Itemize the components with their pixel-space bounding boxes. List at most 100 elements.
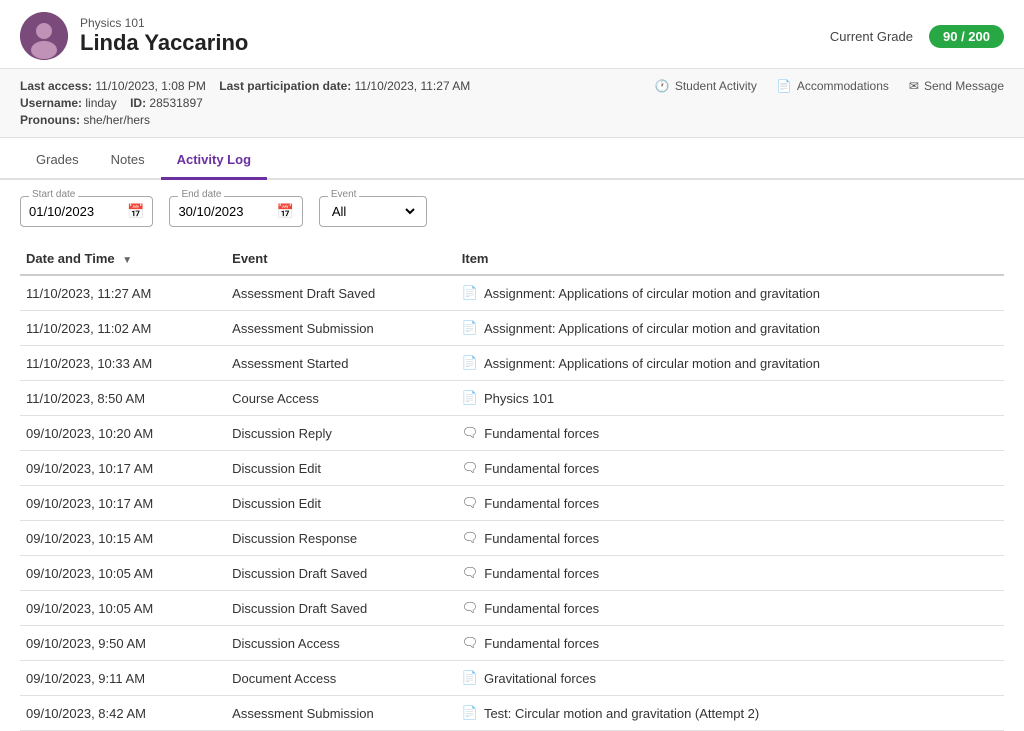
table-row: 09/10/2023, 9:50 AMDiscussion Access🗨Fun… [20, 626, 1004, 661]
cell-item: 🗨Fundamental forces [456, 626, 1004, 661]
cell-event: Discussion Draft Saved [226, 591, 456, 626]
chat-icon: 🗨 [462, 565, 479, 581]
table-body: 11/10/2023, 11:27 AMAssessment Draft Sav… [20, 275, 1004, 731]
cell-event: Discussion Reply [226, 416, 456, 451]
last-participation-label: Last participation date: [219, 79, 351, 93]
cell-datetime: 09/10/2023, 10:05 AM [20, 556, 226, 591]
item-text: Fundamental forces [484, 531, 599, 546]
accommodations-label: Accommodations [797, 79, 889, 93]
cell-datetime: 11/10/2023, 8:50 AM [20, 381, 226, 416]
avatar [20, 12, 68, 60]
event-legend: Event [328, 189, 360, 200]
start-date-legend: Start date [29, 189, 78, 200]
end-date-fieldset: End date 📅 [169, 196, 302, 227]
cell-item: 🗨 Fundamental forces [456, 451, 1004, 486]
cell-event: Discussion Draft Saved [226, 556, 456, 591]
end-date-input[interactable] [178, 204, 268, 219]
cell-item: 🗨Fundamental forces [456, 416, 1004, 451]
table-row: 09/10/2023, 8:42 AMAssessment Submission… [20, 696, 1004, 731]
chat-icon: 🗨 [462, 530, 479, 546]
table-row: 09/10/2023, 10:05 AMDiscussion Draft Sav… [20, 591, 1004, 626]
event-fieldset: Event AllAssessment Draft SavedAssessmen… [319, 196, 427, 227]
col-event-label: Event [232, 251, 267, 266]
pronouns-line: Pronouns: she/her/hers [20, 113, 470, 127]
cell-datetime: 09/10/2023, 9:50 AM [20, 626, 226, 661]
table-row: 11/10/2023, 11:27 AMAssessment Draft Sav… [20, 275, 1004, 311]
document-icon: 📄 [462, 355, 478, 371]
cell-item: 📄Assignment: Applications of circular mo… [456, 275, 1004, 311]
table-row: 09/10/2023, 10:15 AMDiscussion Response🗨… [20, 521, 1004, 556]
table-row: 09/10/2023, 10:20 AMDiscussion Reply🗨Fun… [20, 416, 1004, 451]
start-date-input[interactable] [29, 204, 119, 219]
last-participation-value: 11/10/2023, 11:27 AM [355, 79, 471, 93]
student-activity-label: Student Activity [675, 79, 757, 93]
start-date-fieldset: Start date 📅 [20, 196, 153, 227]
last-access-label: Last access: [20, 79, 92, 93]
cell-event: Discussion Edit [226, 486, 456, 521]
info-right: 🕐 Student Activity 📄 Accommodations ✉ Se… [655, 79, 1004, 93]
item-text: Fundamental forces [484, 601, 599, 616]
item-text: Physics 101 [484, 391, 554, 406]
table-row: 09/10/2023, 10:17 AMDiscussion Edit🗨Fund… [20, 451, 1004, 486]
id-label: ID: [130, 96, 146, 110]
item-text: Assignment: Applications of circular mot… [484, 321, 820, 336]
send-message-button[interactable]: ✉ Send Message [909, 79, 1004, 93]
tab-grades[interactable]: Grades [20, 142, 95, 180]
end-date-calendar-icon[interactable]: 📅 [276, 203, 293, 220]
username-value: linday [85, 96, 116, 110]
col-datetime-label: Date and Time [26, 251, 115, 266]
cell-item: 🗨Fundamental forces [456, 486, 1004, 521]
cell-event: Document Access [226, 661, 456, 696]
tabs-bar: Grades Notes Activity Log [0, 142, 1024, 180]
end-date-legend: End date [178, 189, 224, 200]
grade-badge: 90 / 200 [929, 25, 1004, 48]
accommodations-button[interactable]: 📄 Accommodations [777, 79, 889, 93]
avatar-image [20, 12, 68, 60]
end-date-field: End date 📅 [169, 196, 302, 227]
tab-notes[interactable]: Notes [95, 142, 161, 180]
access-line: Last access: 11/10/2023, 1:08 PM Last pa… [20, 79, 470, 93]
document-icon: 📄 [462, 670, 478, 686]
header-bar: Physics 101 Linda Yaccarino Current Grad… [0, 0, 1024, 69]
info-bar: Last access: 11/10/2023, 1:08 PM Last pa… [0, 69, 1024, 138]
cell-datetime: 11/10/2023, 11:27 AM [20, 275, 226, 311]
col-item: Item [456, 243, 1004, 275]
student-activity-button[interactable]: 🕐 Student Activity [655, 79, 757, 93]
table-row: 11/10/2023, 11:02 AMAssessment Submissio… [20, 311, 1004, 346]
last-access-value: 11/10/2023, 1:08 PM [95, 79, 206, 93]
cell-event: Discussion Access [226, 626, 456, 661]
header-left: Physics 101 Linda Yaccarino [20, 12, 248, 60]
tab-activity-log[interactable]: Activity Log [161, 142, 267, 180]
table-row: 11/10/2023, 10:33 AMAssessment Started📄A… [20, 346, 1004, 381]
table-section: Date and Time ▼ Event Item 11/10/2023, 1… [0, 235, 1024, 731]
pronouns-value: she/her/hers [83, 113, 150, 127]
item-text: Assignment: Applications of circular mot… [484, 286, 820, 301]
mail-icon: ✉ [909, 79, 919, 93]
start-date-calendar-icon[interactable]: 📅 [127, 203, 144, 220]
start-date-field: Start date 📅 [20, 196, 153, 227]
table-row: 09/10/2023, 10:05 AMDiscussion Draft Sav… [20, 556, 1004, 591]
end-date-inner: 📅 [170, 197, 301, 226]
clock-icon: 🕐 [655, 79, 670, 93]
cell-event: Assessment Started [226, 346, 456, 381]
header-name-section: Physics 101 Linda Yaccarino [80, 16, 248, 56]
cell-datetime: 09/10/2023, 10:05 AM [20, 591, 226, 626]
current-grade-label: Current Grade [830, 29, 913, 44]
item-text: Gravitational forces [484, 671, 596, 686]
cell-datetime: 09/10/2023, 9:11 AM [20, 661, 226, 696]
cell-item: 🗨Fundamental forces [456, 591, 1004, 626]
cell-datetime: 09/10/2023, 8:42 AM [20, 696, 226, 731]
sort-arrow-icon[interactable]: ▼ [122, 255, 132, 266]
item-text: Fundamental forces [484, 461, 599, 476]
item-text: Fundamental forces [484, 496, 599, 511]
item-text: Test: Circular motion and gravitation (A… [484, 706, 759, 721]
event-field: Event AllAssessment Draft SavedAssessmen… [319, 196, 427, 227]
table-header: Date and Time ▼ Event Item [20, 243, 1004, 275]
cell-item: 📄Physics 101 [456, 381, 1004, 416]
course-label: Physics 101 [80, 16, 248, 30]
event-select[interactable]: AllAssessment Draft SavedAssessment Subm… [328, 203, 418, 220]
student-name: Linda Yaccarino [80, 30, 248, 56]
cell-item: 🗨Fundamental forces [456, 556, 1004, 591]
col-event: Event [226, 243, 456, 275]
chat-icon: 🗨 [462, 460, 479, 476]
